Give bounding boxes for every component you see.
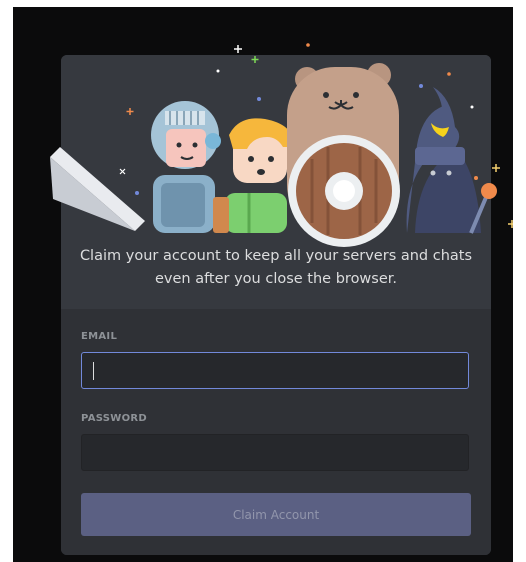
knight-illustration xyxy=(151,101,221,233)
claim-account-modal: Claim your account to keep all your serv… xyxy=(50,43,513,555)
sparkle-icon xyxy=(135,191,139,195)
text-caret xyxy=(93,362,94,380)
wizard-illustration xyxy=(406,87,497,234)
sparkle-icon xyxy=(474,176,478,180)
sparkle-icon xyxy=(257,97,261,101)
shield-illustration xyxy=(288,135,400,247)
sparkle-icon xyxy=(447,72,451,76)
sparkle-icon xyxy=(508,220,513,228)
sword-illustration xyxy=(50,147,145,231)
password-field[interactable] xyxy=(81,434,469,471)
sparkle-icon xyxy=(492,164,500,172)
app-backdrop: Claim your account to keep all your serv… xyxy=(13,7,513,562)
hero-illustration xyxy=(50,43,513,247)
elf-illustration xyxy=(213,118,293,233)
password-label: PASSWORD xyxy=(81,413,148,424)
email-label: EMAIL xyxy=(81,331,118,342)
email-field[interactable] xyxy=(81,352,469,389)
modal-tagline: Claim your account to keep all your serv… xyxy=(79,248,473,287)
claim-account-button[interactable]: Claim Account xyxy=(81,493,471,536)
sparkle-icon xyxy=(234,45,242,53)
sparkle-icon xyxy=(470,105,474,109)
sparkle-icon xyxy=(306,43,310,47)
claim-account-form: EMAIL PASSWORD Claim Account xyxy=(61,309,491,555)
sparkle-icon xyxy=(216,69,220,73)
sparkle-icon xyxy=(126,108,134,115)
modal-hero: Claim your account to keep all your serv… xyxy=(50,43,513,309)
sparkle-icon xyxy=(119,168,126,175)
sparkle-icon xyxy=(419,84,423,88)
sparkle-icon xyxy=(251,56,259,63)
